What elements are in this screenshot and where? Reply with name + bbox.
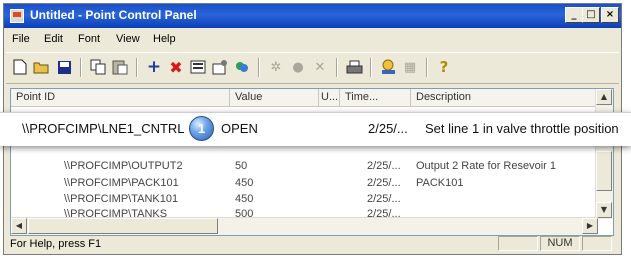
- add-icon[interactable]: +: [144, 57, 164, 77]
- table-row[interactable]: \\PROFCIMP\PACK101 450 2/25/... PACK101: [11, 176, 598, 190]
- delete-icon[interactable]: ✖: [166, 57, 186, 77]
- menu-file[interactable]: File: [12, 33, 30, 45]
- print-icon[interactable]: [344, 57, 364, 77]
- column-header-time[interactable]: Time...: [340, 89, 411, 107]
- menu-help[interactable]: Help: [153, 33, 176, 45]
- toolbar-separator: [336, 58, 338, 77]
- disabled-icon-2[interactable]: ●: [288, 57, 308, 77]
- app-icon[interactable]: [10, 9, 24, 23]
- toolbar: + ✖ ✲ ● ✕ ▦ ?: [6, 52, 619, 84]
- value-cell: 50: [235, 160, 248, 172]
- column-header-value[interactable]: Value: [230, 89, 319, 107]
- close-button[interactable]: ×: [601, 7, 619, 23]
- status-panel: [582, 236, 612, 251]
- menu-font[interactable]: Font: [78, 33, 100, 45]
- window-title: Untitled - Point Control Panel: [30, 8, 197, 22]
- disabled-icon-1[interactable]: ✲: [266, 57, 286, 77]
- callout-value: OPEN: [221, 121, 258, 136]
- help-icon[interactable]: ?: [434, 57, 454, 77]
- time-cell: 2/25/...: [367, 160, 401, 172]
- highlighted-row-callout[interactable]: \\PROFCIMP\LNE1_CNTRL 1 OPEN 2/25/... Se…: [0, 112, 631, 146]
- toolbar-separator: [370, 58, 372, 77]
- description-cell: Output 2 Rate for Resevoir 1: [416, 160, 557, 172]
- time-cell: 2/25/...: [367, 177, 401, 189]
- disabled-icon-4[interactable]: ▦: [400, 57, 420, 77]
- save-icon[interactable]: [54, 57, 74, 77]
- point-list[interactable]: Point ID Value U... Time... Description …: [10, 88, 614, 236]
- copy-icon[interactable]: [88, 57, 108, 77]
- toolbar-separator: [258, 58, 260, 77]
- new-icon[interactable]: [10, 57, 30, 77]
- callout-point-id: \\PROFCIMP\LNE1_CNTRL: [22, 121, 185, 136]
- point-id-cell: \\PROFCIMP\OUTPUT2: [64, 160, 183, 172]
- status-panel: [498, 236, 538, 251]
- settings-icon[interactable]: [210, 57, 230, 77]
- point-id-cell: \\PROFCIMP\TANK101: [64, 193, 179, 205]
- description-cell: PACK101: [416, 177, 464, 189]
- status-bar: For Help, press F1 NUM: [4, 234, 621, 254]
- status-help-text: For Help, press F1: [10, 238, 102, 250]
- toolbar-separator: [80, 58, 82, 77]
- toolbar-separator: [136, 58, 138, 77]
- scroll-left-arrow-icon[interactable]: ◀: [11, 218, 27, 234]
- disabled-icon-3[interactable]: ✕: [310, 57, 330, 77]
- value-cell: 450: [235, 177, 254, 189]
- column-header-description[interactable]: Description: [411, 89, 598, 107]
- open-icon[interactable]: [32, 57, 52, 77]
- callout-time: 2/25/...: [368, 121, 408, 136]
- title-bar[interactable]: Untitled - Point Control Panel _ □ ×: [4, 4, 621, 28]
- num-lock-indicator: NUM: [540, 236, 580, 251]
- quality-icon[interactable]: [378, 57, 398, 77]
- scroll-right-arrow-icon[interactable]: ▶: [582, 218, 598, 234]
- table-row[interactable]: \\PROFCIMP\TANK101 450 2/25/...: [11, 192, 598, 206]
- menu-view[interactable]: View: [116, 33, 140, 45]
- scroll-thumb[interactable]: [596, 151, 612, 191]
- toolbar-separator: [426, 58, 428, 77]
- menu-bar: File Edit Font View Help: [4, 30, 621, 48]
- horizontal-scrollbar[interactable]: ◀ ▶: [11, 217, 598, 235]
- column-header-units[interactable]: U...: [319, 89, 340, 107]
- filter-icon[interactable]: [232, 57, 252, 77]
- time-cell: 2/25/...: [367, 193, 401, 205]
- menu-edit[interactable]: Edit: [44, 33, 63, 45]
- minimize-button[interactable]: _: [565, 7, 583, 23]
- column-header-point-id[interactable]: Point ID: [11, 89, 230, 107]
- maximize-button[interactable]: □: [582, 7, 600, 23]
- scroll-down-arrow-icon[interactable]: ▼: [596, 202, 612, 218]
- scroll-up-arrow-icon[interactable]: ▲: [596, 89, 612, 105]
- step-badge: 1: [189, 116, 214, 141]
- vertical-scrollbar[interactable]: ▲ ▼: [595, 89, 613, 219]
- scroll-thumb[interactable]: [28, 218, 218, 234]
- table-row[interactable]: \\PROFCIMP\OUTPUT2 50 2/25/... Output 2 …: [11, 159, 598, 173]
- properties-icon[interactable]: [188, 57, 208, 77]
- callout-description: Set line 1 in valve throttle position: [425, 121, 619, 136]
- point-id-cell: \\PROFCIMP\PACK101: [64, 177, 179, 189]
- value-cell: 450: [235, 193, 254, 205]
- paste-icon[interactable]: [110, 57, 130, 77]
